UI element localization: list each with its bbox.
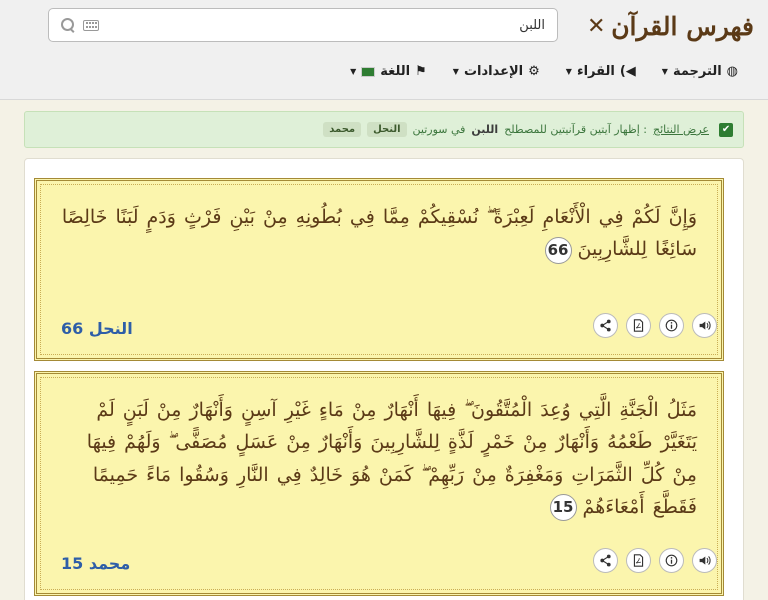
logo-text: فهرس القرآن [611, 11, 754, 41]
results-text: : إظهار آيتين قرآنيتين للمصطلح [504, 123, 647, 136]
verse-text-container: وَإِنَّ لَكُمْ فِي الْأَنْعَامِ لَعِبْرَ… [41, 185, 717, 266]
nav-settings[interactable]: ⚙ الإعدادات ▼ [453, 64, 540, 79]
share-icon[interactable] [593, 548, 618, 573]
results-suffix: في سورتين [412, 123, 466, 136]
verse-actions [593, 548, 717, 573]
verse-reference[interactable]: محمد 15 [61, 554, 130, 573]
site-logo[interactable]: فهرس القرآن ✕ [587, 6, 754, 46]
nav-language[interactable]: ⚑ اللغة ▼ [350, 64, 427, 79]
surah-tag-muhammad[interactable]: محمد [323, 122, 362, 137]
chevron-down-icon: ▼ [661, 67, 668, 76]
search-term: اللبن [471, 123, 499, 136]
nav-language-label: اللغة [380, 64, 411, 79]
nav-reciters[interactable]: ◀) القراء ▼ [566, 64, 636, 79]
surah-tag-nahl[interactable]: النحل [367, 122, 407, 137]
verse-text: مَثَلُ الْجَنَّةِ الَّتِي وُعِدَ الْمُتَ… [86, 399, 697, 518]
globe-icon: ◍ [726, 64, 738, 79]
pdf-icon[interactable] [626, 548, 651, 573]
search-box[interactable] [48, 8, 558, 42]
saudi-flag-icon [361, 66, 376, 77]
keyboard-icon[interactable] [83, 19, 99, 31]
speaker-icon: ◀) [619, 64, 636, 79]
main-nav: ◍ الترجمة ▼ ◀) القراء ▼ ⚙ الإعدادات ▼ ⚑ … [350, 64, 738, 79]
share-icon[interactable] [593, 313, 618, 338]
nav-translation[interactable]: ◍ الترجمة ▼ [662, 64, 738, 79]
quran-stand-icon: ✕ [586, 13, 606, 39]
results-lead[interactable]: عرض النتائج [653, 123, 709, 136]
verse-text-container: مَثَلُ الْجَنَّةِ الَّتِي وُعِدَ الْمُتَ… [41, 378, 717, 523]
results-notice: ✔ عرض النتائج : إظهار آيتين قرآنيتين للم… [24, 111, 744, 148]
info-icon[interactable] [659, 313, 684, 338]
verse-actions [593, 313, 717, 338]
verse-card: مَثَلُ الْجَنَّةِ الَّتِي وُعِدَ الْمُتَ… [34, 371, 724, 596]
pdf-icon[interactable] [626, 313, 651, 338]
verse-card: وَإِنَّ لَكُمْ فِي الْأَنْعَامِ لَعِبْرَ… [34, 178, 724, 361]
chevron-down-icon: ▼ [565, 67, 572, 76]
search-input[interactable] [107, 17, 545, 33]
flag-icon: ⚑ [415, 64, 427, 79]
chevron-down-icon: ▼ [452, 67, 459, 76]
audio-icon[interactable] [692, 313, 717, 338]
nav-translation-label: الترجمة [672, 64, 722, 79]
checkbox-icon[interactable]: ✔ [719, 122, 733, 137]
info-icon[interactable] [659, 548, 684, 573]
verse-text: وَإِنَّ لَكُمْ فِي الْأَنْعَامِ لَعِبْرَ… [61, 206, 697, 261]
chevron-down-icon: ▼ [350, 67, 357, 76]
header: فهرس القرآن ✕ ◍ الترجمة ▼ ◀) القراء ▼ ⚙ … [0, 0, 768, 100]
search-icon[interactable] [61, 18, 75, 32]
verse-number: 15 [549, 494, 577, 522]
verse-reference[interactable]: النحل 66 [61, 319, 133, 338]
nav-reciters-label: القراء [576, 64, 615, 79]
verse-number: 66 [544, 236, 572, 264]
audio-icon[interactable] [692, 548, 717, 573]
nav-settings-label: الإعدادات [463, 64, 524, 79]
gear-icon: ⚙ [528, 64, 540, 79]
